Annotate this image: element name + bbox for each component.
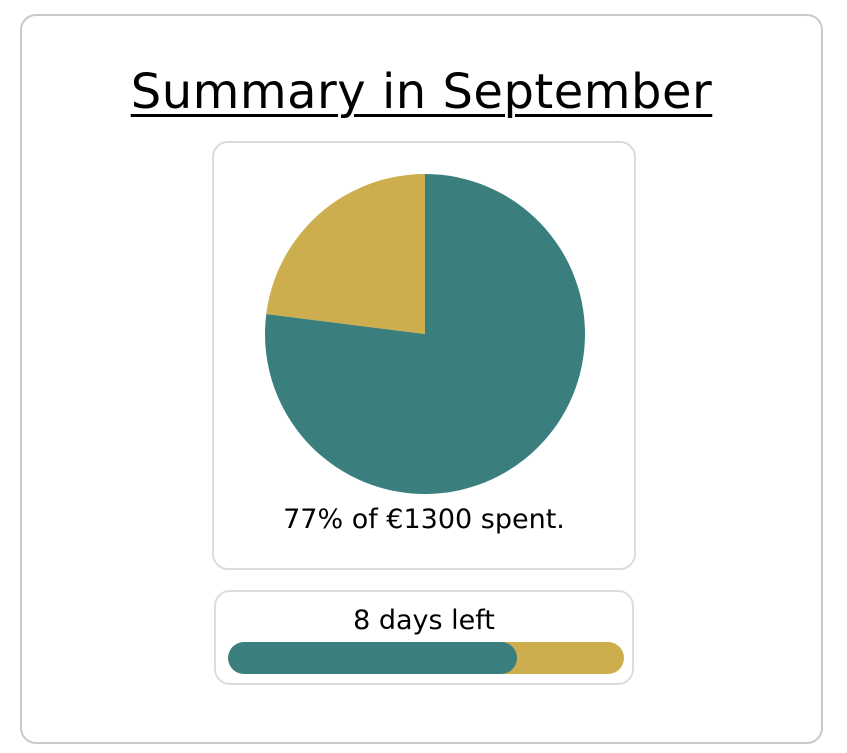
days-left-label: 8 days left xyxy=(353,605,495,636)
days-left-card: 8 days left xyxy=(214,590,634,685)
spending-pie-card: 77% of €1300 spent. xyxy=(212,141,636,570)
summary-card: Summary in September 77% of €1300 spent.… xyxy=(20,14,823,744)
days-progress-fill xyxy=(228,642,518,674)
pie-slice-1 xyxy=(266,174,425,334)
days-progress-track xyxy=(228,642,624,674)
spending-pie-chart xyxy=(265,174,585,494)
spent-caption: 77% of €1300 spent. xyxy=(283,504,565,535)
page-title: Summary in September xyxy=(130,64,713,120)
